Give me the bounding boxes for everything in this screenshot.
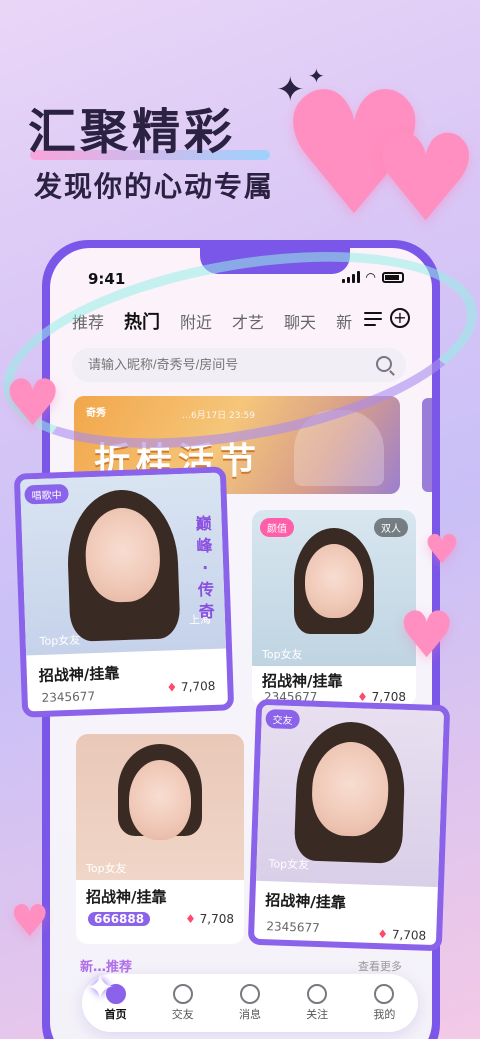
room-card[interactable]: Top女友 招战神/挂靠 666888 7,708 xyxy=(76,734,244,944)
card-id: 2345677 xyxy=(41,689,96,705)
heart-icon: ♥ xyxy=(372,110,480,249)
singing-badge: 唱歌中 xyxy=(24,483,69,505)
nav-friends[interactable]: 交友 xyxy=(172,984,194,1022)
profile-icon xyxy=(374,984,395,1004)
card-name: 招战神/挂靠 xyxy=(38,664,120,686)
card-heat: 7,708 xyxy=(166,679,216,695)
chat-bars-icon xyxy=(172,984,193,1004)
sparkle-icon: ✦ xyxy=(86,968,115,1008)
promo-subtitle: 发现你的心动专属 xyxy=(34,170,275,203)
heart-icon: ♥ xyxy=(398,599,456,673)
dual-badge: 双人 xyxy=(374,518,408,537)
nav-label: 关注 xyxy=(306,1008,329,1021)
heart-icon: ♥ xyxy=(4,367,62,441)
heart-icon: ♥ xyxy=(10,896,50,947)
banner-next-peek xyxy=(422,398,432,492)
nav-messages[interactable]: 消息 xyxy=(239,984,261,1022)
card-name: 招战神/挂靠 xyxy=(86,888,167,906)
status-time: 9:41 xyxy=(88,270,126,288)
heart-icon: ♥ xyxy=(424,527,460,573)
card-tag: Top女友 xyxy=(86,862,127,875)
card-tag: Top女友 xyxy=(262,648,303,661)
card-id: 666888 xyxy=(88,912,151,926)
card-tag: Top女友 xyxy=(39,633,81,648)
face xyxy=(305,544,363,618)
bottom-nav: 首页 交友 消息 关注 我的 xyxy=(82,974,418,1032)
featured-room-card[interactable]: Top女友 交友 招战神/挂靠 2345677 7,708 xyxy=(247,698,451,952)
status-badge: 颜值 xyxy=(260,518,294,537)
heart-icon xyxy=(307,984,328,1004)
card-tag: Top女友 xyxy=(268,857,310,872)
section-more-link[interactable]: 查看更多 xyxy=(358,958,402,974)
nav-profile[interactable]: 我的 xyxy=(373,984,395,1022)
nav-follow[interactable]: 关注 xyxy=(306,984,328,1022)
card-name: 招战神/挂靠 xyxy=(262,672,343,690)
nav-label: 首页 xyxy=(104,1008,127,1021)
nav-label: 消息 xyxy=(238,1008,261,1021)
featured-room-card[interactable]: Top女友 上海 唱歌中 巅峰·传奇 招战神/挂靠 2345677 7,708 xyxy=(13,466,235,718)
card-photo: Top女友 xyxy=(76,734,244,880)
nav-label: 交友 xyxy=(171,1008,194,1021)
friend-badge: 交友 xyxy=(265,709,300,730)
promo-title: 汇聚精彩 xyxy=(28,104,237,160)
face xyxy=(129,760,191,840)
message-icon xyxy=(239,984,260,1004)
nav-label: 我的 xyxy=(373,1008,396,1021)
card-name: 招战神/挂靠 xyxy=(265,891,347,912)
card-photo: Top女友 xyxy=(255,704,445,888)
card-id: 2345677 xyxy=(266,919,321,936)
room-card[interactable]: Top女友 颜值 双人 招战神/挂靠 2345677 7,708 xyxy=(252,510,416,706)
card-heat: 7,708 xyxy=(377,927,427,943)
rank-vertical-text: 巅峰·传奇 xyxy=(195,513,216,622)
card-heat: 7,708 xyxy=(185,912,234,926)
